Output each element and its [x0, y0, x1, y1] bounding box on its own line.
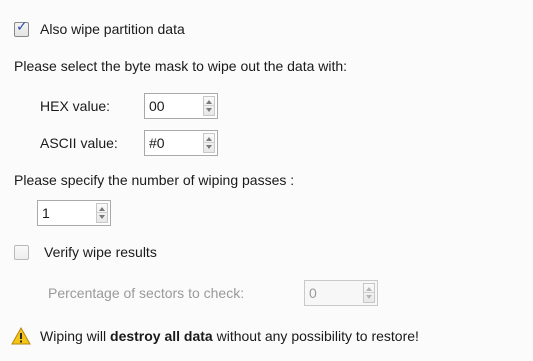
percentage-spinner[interactable]: 0	[304, 280, 378, 306]
spin-down-icon[interactable]	[206, 145, 212, 149]
spin-down-icon[interactable]	[206, 108, 212, 112]
hex-value-field[interactable]: 00	[149, 98, 165, 114]
passes-prompt: Please specify the number of wiping pass…	[14, 172, 295, 188]
ascii-value-field[interactable]: #0	[149, 135, 165, 151]
ascii-spin-buttons[interactable]	[203, 133, 215, 153]
passes-spin-buttons[interactable]	[96, 203, 108, 223]
spin-down-icon[interactable]	[366, 295, 372, 299]
byte-mask-prompt: Please select the byte mask to wipe out …	[14, 58, 348, 74]
spin-up-icon[interactable]	[99, 207, 105, 211]
hex-value-label: HEX value:	[40, 98, 111, 114]
passes-field[interactable]: 1	[42, 205, 50, 221]
checkmark-icon: ✓	[16, 19, 28, 35]
warning-suffix: without any possibility to restore!	[212, 328, 419, 344]
percentage-field[interactable]: 0	[309, 285, 317, 301]
passes-spinner[interactable]: 1	[37, 200, 111, 226]
spin-up-icon[interactable]	[366, 287, 372, 291]
verify-wipe-label: Verify wipe results	[44, 244, 157, 260]
wipe-options-panel: ✓ Also wipe partition data Please select…	[0, 0, 533, 361]
hex-spin-buttons[interactable]	[203, 96, 215, 116]
warning-icon	[11, 327, 31, 345]
hex-value-spinner[interactable]: 00	[144, 93, 218, 119]
ascii-value-spinner[interactable]: #0	[144, 130, 218, 156]
warning-prefix: Wiping will	[40, 328, 111, 344]
percentage-spin-buttons[interactable]	[363, 283, 375, 303]
wipe-partition-label: Also wipe partition data	[40, 21, 185, 37]
warning-message: Wiping will destroy all data without any…	[40, 328, 419, 344]
spin-up-icon[interactable]	[206, 137, 212, 141]
wipe-partition-checkbox[interactable]: ✓	[14, 19, 29, 37]
ascii-value-label: ASCII value:	[40, 135, 118, 151]
warning-bold: destroy all data	[110, 328, 213, 344]
percentage-label: Percentage of sectors to check:	[48, 285, 245, 301]
verify-wipe-checkbox[interactable]	[14, 245, 29, 260]
spin-down-icon[interactable]	[99, 215, 105, 219]
spin-up-icon[interactable]	[206, 100, 212, 104]
